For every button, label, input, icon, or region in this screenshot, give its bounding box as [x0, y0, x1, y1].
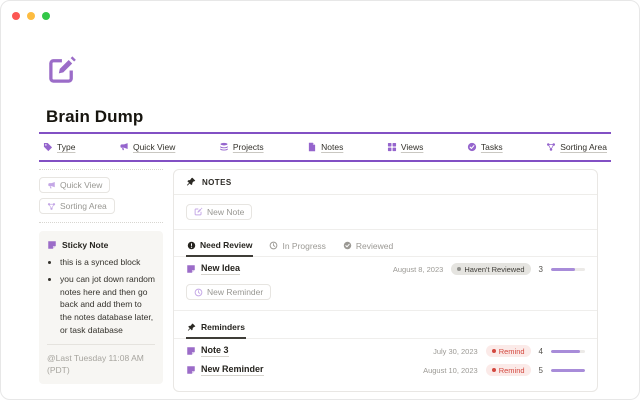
- sticky-note-icon: [186, 264, 196, 274]
- new-reminder-button[interactable]: New Reminder: [186, 284, 271, 300]
- pushpin-icon: [187, 323, 196, 332]
- megaphone-icon: [47, 181, 56, 190]
- status-badge: Haven't Reviewed: [451, 263, 530, 275]
- window-controls: [12, 12, 50, 20]
- status-dot: [492, 349, 496, 353]
- note-date: July 30, 2023: [433, 347, 478, 356]
- zoom-window-button[interactable]: [42, 12, 50, 20]
- minimize-window-button[interactable]: [27, 12, 35, 20]
- progress-bar: [551, 350, 585, 353]
- nav-item-views[interactable]: Views: [387, 142, 424, 152]
- megaphone-icon: [119, 142, 129, 152]
- sticky-note-bullet: you can jot down random notes here and t…: [60, 273, 155, 337]
- alert-circle-icon: [187, 241, 196, 250]
- note-count: 4: [539, 347, 543, 356]
- network-icon: [47, 202, 56, 211]
- check-circle-icon: [343, 241, 352, 250]
- nav-item-tasks[interactable]: Tasks: [467, 142, 503, 152]
- clock-icon: [269, 241, 278, 250]
- sorting-area-button[interactable]: Sorting Area: [39, 198, 115, 214]
- note-count: 3: [539, 265, 543, 274]
- remind-badge: Remind: [486, 345, 531, 357]
- new-note-button[interactable]: New Note: [186, 204, 252, 220]
- reminder-row: New Reminder August 10, 2023 Remind 5: [186, 362, 585, 381]
- sticky-note-panel: Sticky Note this is a synced block you c…: [39, 231, 163, 384]
- status-dot: [492, 368, 496, 372]
- nav-item-sorting-area[interactable]: Sorting Area: [546, 142, 607, 152]
- quick-view-button[interactable]: Quick View: [39, 177, 110, 193]
- report-tab-row: Report: [39, 396, 163, 400]
- note-date: August 10, 2023: [423, 366, 478, 375]
- notes-status-tabs: Need Review In Progress Reviewed: [174, 238, 597, 257]
- nav-item-projects[interactable]: Projects: [219, 142, 264, 152]
- notes-section-title: NOTES: [202, 178, 232, 187]
- tab-need-review[interactable]: Need Review: [186, 238, 253, 257]
- sidebar: Quick View Sorting Area Sticky Note this…: [39, 169, 163, 400]
- close-window-button[interactable]: [12, 12, 20, 20]
- nav-item-type[interactable]: Type: [43, 142, 75, 152]
- sticky-note-bullet: this is a synced block: [60, 256, 155, 269]
- page-edit-icon: [47, 54, 78, 85]
- divider: [174, 310, 597, 311]
- note-link-new-idea[interactable]: New Idea: [186, 263, 240, 275]
- app-window: Brain Dump Type Quick View Projects Note…: [0, 0, 640, 400]
- note-row: New Idea August 8, 2023 Haven't Reviewed…: [186, 257, 585, 280]
- status-dot: [457, 267, 461, 271]
- reminders-tab-row: Reminders: [174, 319, 597, 340]
- network-icon: [546, 142, 556, 152]
- stack-icon: [219, 142, 229, 152]
- main-content: NOTES New Note Need Review: [173, 169, 598, 400]
- notes-header: NOTES: [174, 170, 597, 195]
- sticky-note-list: this is a synced block you can jot down …: [47, 256, 155, 337]
- sticky-note-icon: [186, 365, 196, 375]
- pushpin-icon: [186, 177, 196, 187]
- check-circle-icon: [467, 142, 477, 152]
- note-link-new-reminder[interactable]: New Reminder: [186, 364, 264, 376]
- note-count: 5: [539, 366, 543, 375]
- progress-bar: [551, 369, 585, 372]
- note-link-note-3[interactable]: Note 3: [186, 345, 229, 357]
- nav-item-quick-view[interactable]: Quick View: [119, 142, 175, 152]
- sticky-note-icon: [186, 346, 196, 356]
- sticky-note-title: Sticky Note: [62, 240, 108, 250]
- sticky-note-timestamp: @Last Tuesday 11:08 AM (PDT): [47, 352, 155, 377]
- grid-icon: [387, 142, 397, 152]
- clock-icon: [194, 288, 203, 297]
- note-date: August 8, 2023: [393, 265, 443, 274]
- tab-reminders[interactable]: Reminders: [186, 320, 246, 339]
- divider: [47, 344, 155, 345]
- nav-item-notes[interactable]: Notes: [307, 142, 343, 152]
- reminder-row: Note 3 July 30, 2023 Remind 4: [186, 339, 585, 362]
- progress-bar: [551, 268, 585, 271]
- edit-icon: [194, 207, 203, 216]
- tag-icon: [43, 142, 53, 152]
- tab-reviewed[interactable]: Reviewed: [342, 238, 394, 256]
- property-nav-bar: Type Quick View Projects Notes Views Tas…: [39, 132, 611, 162]
- divider: [174, 229, 597, 230]
- note-file-icon: [307, 142, 317, 152]
- sticky-note-icon: [47, 240, 57, 250]
- remind-badge: Remind: [486, 364, 531, 376]
- tab-in-progress[interactable]: In Progress: [268, 238, 326, 256]
- page-title: Brain Dump: [46, 107, 143, 127]
- notes-card: NOTES New Note Need Review: [173, 169, 598, 392]
